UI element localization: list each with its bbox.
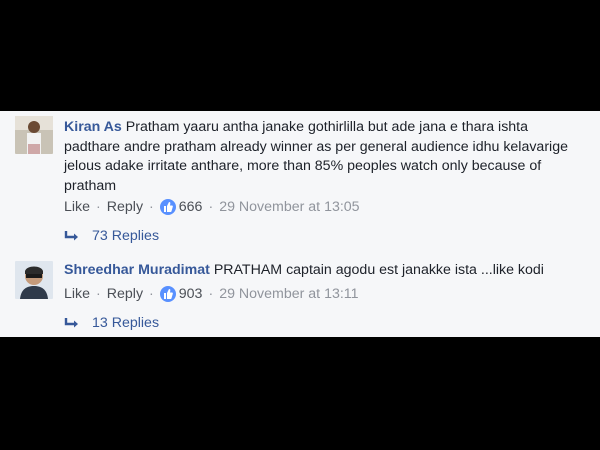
comment-actions: Like · Reply · 666 · 29 November at 13:0… xyxy=(64,199,360,215)
comment-panel: Kiran As Pratham yaaru antha janake goth… xyxy=(0,111,600,337)
like-link[interactable]: Like xyxy=(64,286,90,302)
like-count[interactable]: 666 xyxy=(179,199,203,215)
avatar[interactable] xyxy=(15,116,53,154)
reply-link[interactable]: Reply xyxy=(107,199,143,215)
separator: · xyxy=(96,199,101,215)
comment-author[interactable]: Shreedhar Muradimat xyxy=(64,262,210,278)
reply-arrow-icon xyxy=(64,318,78,328)
reply-link[interactable]: Reply xyxy=(107,286,143,302)
replies-count[interactable]: 73 Replies xyxy=(92,228,159,244)
separator: · xyxy=(208,286,214,302)
separator: · xyxy=(149,199,154,215)
reply-arrow-icon xyxy=(64,231,78,241)
thumbs-up-icon xyxy=(159,199,176,215)
like-count[interactable]: 903 xyxy=(179,286,203,302)
timestamp[interactable]: 29 November at 13:11 xyxy=(219,286,358,302)
comment-text: Pratham yaaru antha janake gothirlilla b… xyxy=(64,119,568,194)
replies-link[interactable]: 73 Replies xyxy=(64,228,159,244)
replies-count[interactable]: 13 Replies xyxy=(92,315,159,331)
separator: · xyxy=(96,286,101,302)
separator: · xyxy=(208,199,214,215)
comment-text: PRATHAM captain agodu est janakke ista .… xyxy=(213,262,544,278)
comment-actions: Like · Reply · 903 · 29 November at 13:1… xyxy=(64,286,359,302)
comment-author[interactable]: Kiran As xyxy=(64,119,122,135)
timestamp[interactable]: 29 November at 13:05 xyxy=(219,199,359,215)
separator: · xyxy=(149,286,154,302)
like-link[interactable]: Like xyxy=(64,199,90,215)
avatar[interactable] xyxy=(15,261,53,299)
thumbs-up-icon xyxy=(159,286,176,302)
replies-link[interactable]: 13 Replies xyxy=(64,315,159,331)
